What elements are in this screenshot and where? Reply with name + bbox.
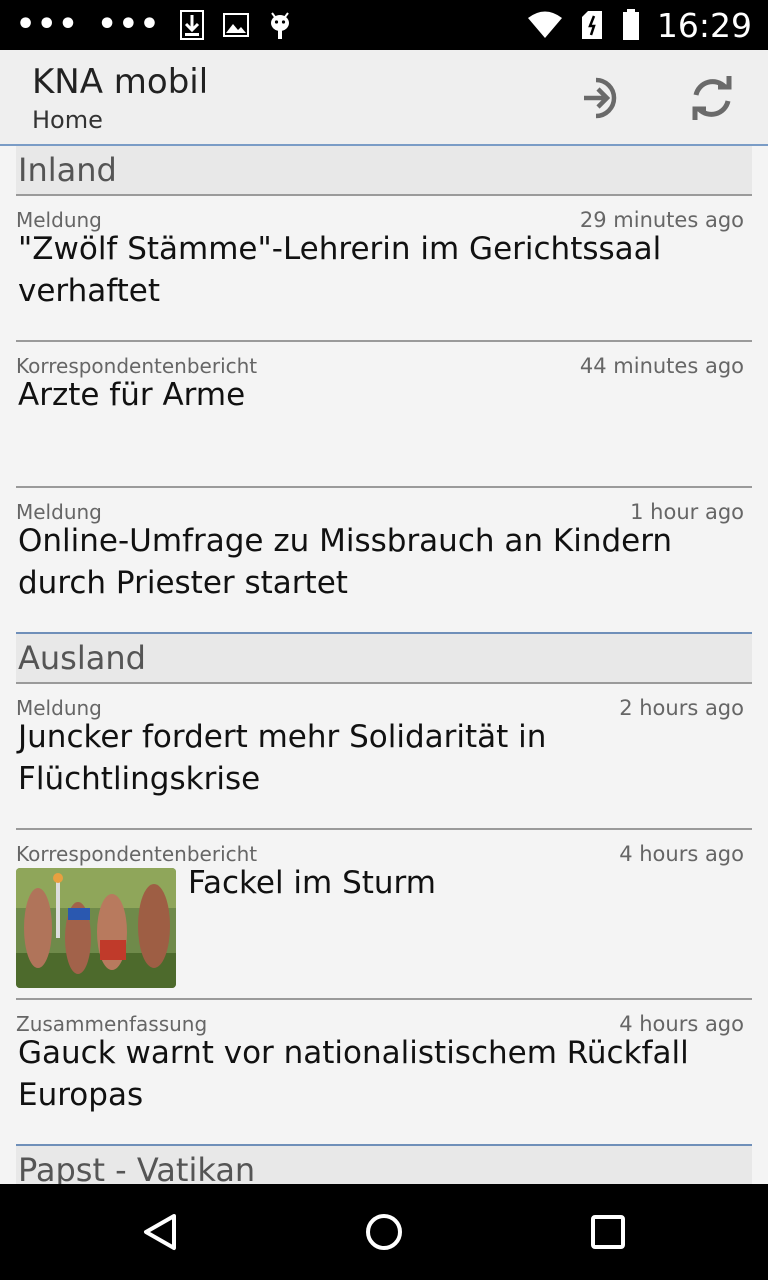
refresh-button[interactable]	[684, 70, 740, 126]
home-icon	[366, 1214, 402, 1250]
app-title: KNA mobil	[32, 62, 209, 102]
download-icon	[179, 10, 205, 40]
recents-button[interactable]	[584, 1208, 632, 1256]
status-bar: ••• ••• 16:29	[0, 0, 768, 50]
list-item[interactable]: Meldung 1 hour ago Online-Umfrage zu Mis…	[16, 488, 752, 634]
list-item[interactable]: Zusammenfassung 4 hours ago Gauck warnt …	[16, 1000, 752, 1146]
recents-icon	[591, 1215, 625, 1249]
item-title: Online-Umfrage zu Missbrauch an Kindern …	[18, 523, 673, 601]
news-list[interactable]: Inland Meldung 29 minutes ago "Zwölf Stä…	[0, 146, 768, 1184]
section-header-inland: Inland	[16, 146, 752, 196]
list-item[interactable]: Korrespondentenbericht 4 hours ago Facke…	[16, 830, 752, 1000]
wifi-icon	[527, 10, 563, 40]
app-bar: KNA mobil Home	[0, 50, 768, 146]
section-title: Papst - Vatikan	[18, 1151, 256, 1184]
system-icons: 16:29	[527, 0, 752, 50]
more-dots-icon: •••	[97, 7, 162, 42]
item-thumbnail	[16, 868, 176, 988]
back-icon	[144, 1214, 176, 1250]
item-title: Gauck warnt vor nationalistischem Rückfa…	[18, 1035, 689, 1113]
android-icon	[267, 10, 293, 40]
list-item[interactable]: Korrespondentenbericht 44 minutes ago Ar…	[16, 342, 752, 488]
list-item[interactable]: Meldung 2 hours ago Juncker fordert mehr…	[16, 684, 752, 830]
item-title: Arzte für Arme	[18, 377, 246, 413]
navigation-bar	[0, 1184, 768, 1280]
section-header-ausland: Ausland	[16, 634, 752, 684]
item-title: Juncker fordert mehr Solidarität in Flüc…	[18, 719, 547, 797]
item-title: Fackel im Sturm	[188, 865, 436, 901]
list-item[interactable]: Meldung 29 minutes ago "Zwölf Stämme"-Le…	[16, 196, 752, 342]
image-icon	[223, 10, 250, 40]
back-button[interactable]	[136, 1208, 184, 1256]
notification-icons: ••• •••	[16, 0, 293, 50]
item-title: "Zwölf Stämme"-Lehrerin im Gerichtssaal …	[18, 231, 662, 309]
clock: 16:29	[656, 5, 752, 45]
login-button[interactable]	[572, 70, 628, 126]
login-icon	[584, 77, 617, 119]
app-subtitle: Home	[32, 106, 103, 134]
home-button[interactable]	[360, 1208, 408, 1256]
section-title: Inland	[18, 151, 117, 189]
section-header-papst-vatikan: Papst - Vatikan	[16, 1146, 752, 1184]
sim-icon	[579, 10, 605, 40]
refresh-icon	[692, 76, 732, 120]
more-dots-icon: •••	[16, 7, 80, 42]
section-title: Ausland	[18, 639, 146, 677]
battery-icon	[621, 9, 641, 40]
